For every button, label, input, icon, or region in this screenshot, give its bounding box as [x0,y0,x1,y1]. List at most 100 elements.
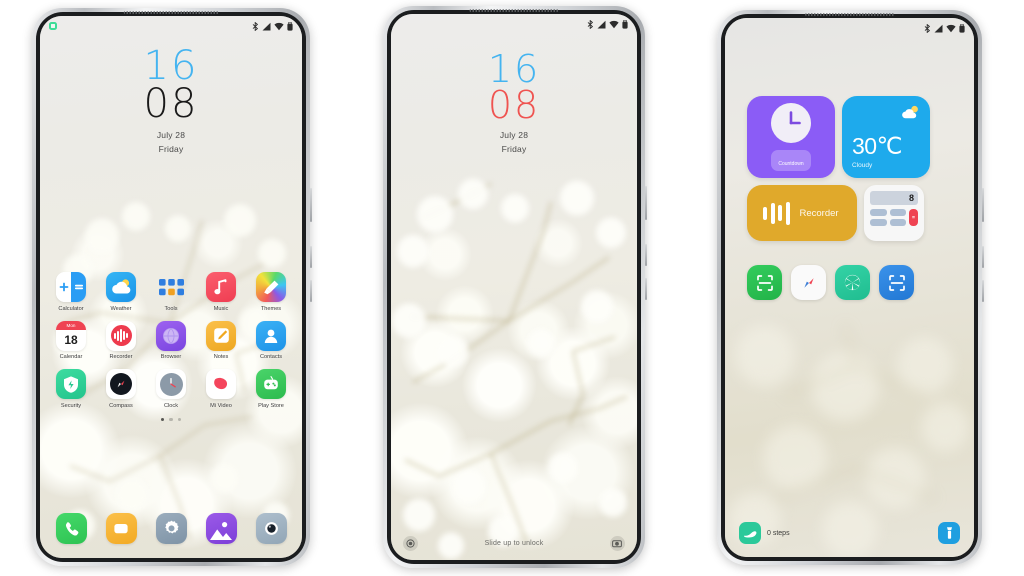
power-button[interactable] [644,244,647,266]
calendar-day: 18 [64,333,78,347]
status-icons [252,21,293,31]
calendar-weekday: Mon [66,322,76,328]
app-browser[interactable]: Browser [151,320,191,360]
compass-shortcut[interactable] [791,265,826,300]
torch-icon[interactable] [403,536,418,551]
page-indicator[interactable] [40,417,302,421]
analog-clock-icon [771,103,811,143]
phone-screen: Countdown 30℃ Cloudy Recorder 8 = 0 step… [725,18,974,557]
app-grid: Calculator Weather Tools Music Themes Mo… [40,272,302,421]
calculator-display: 8 [870,191,918,205]
calculator-number-keys[interactable] [870,209,906,226]
app-label: Weather [110,305,132,312]
app-label: Tools [164,305,178,312]
gallery-icon[interactable] [205,513,237,544]
app-label: Security [60,402,82,409]
app-mi-video[interactable]: Mi Video [201,369,241,409]
app-label: Notes [213,354,229,360]
app-tools[interactable]: Tools [151,272,191,312]
clock-date: July 28 [156,130,186,141]
bluetooth-icon [924,23,931,33]
app-weather[interactable]: Weather [101,272,141,312]
app-clock[interactable]: Clock [151,369,191,409]
app-row: Security Compass Clock Mi Video Play Sto… [40,369,302,409]
status-icons [924,23,965,33]
app-themes[interactable]: Themes [251,272,291,312]
wifi-icon [274,22,284,30]
widget-row: Recorder 8 = [747,185,930,241]
privacy-dot-icon [49,22,57,30]
scan-code-shortcut[interactable] [747,265,782,300]
page-dot[interactable] [160,417,165,421]
app-recorder[interactable]: Recorder [101,320,141,360]
recorder-widget[interactable]: Recorder [747,185,857,241]
app-row: Calculator Weather Tools Music Themes [40,272,302,312]
app-label: Recorder [109,354,133,360]
calculator-widget[interactable]: 8 = [864,185,924,241]
volume-button[interactable] [981,188,984,222]
widget-row: Countdown 30℃ Cloudy [747,96,930,178]
camera-shortcut[interactable] [835,265,870,300]
phone-icon[interactable] [55,513,87,544]
app-compass[interactable]: Compass [101,369,141,409]
app-music[interactable]: Music [201,272,241,312]
power-button[interactable] [309,246,312,268]
volume-button[interactable] [644,186,647,220]
mi-video-icon [206,369,236,399]
scan-document-shortcut[interactable] [879,265,914,300]
extra-button[interactable] [644,278,647,300]
weather-icon [106,272,136,302]
lock-clock-widget[interactable]: 16 08 July 28 Friday [391,50,637,154]
status-bar [40,16,302,36]
camera-icon[interactable] [609,536,625,551]
calculator-equals-key[interactable]: = [909,209,918,226]
waveform-icon [763,201,790,225]
power-button[interactable] [981,246,984,268]
phone-screen: 16 08 July 28 Friday Slide up to unlock [391,14,637,560]
weather-widget[interactable]: 30℃ Cloudy [842,96,930,178]
volume-button[interactable] [309,188,312,222]
bluetooth-icon [252,21,259,31]
widget-area: Countdown 30℃ Cloudy Recorder 8 = [747,96,930,248]
app-contacts[interactable]: Contacts [251,320,291,360]
clock-weekday: Friday [158,144,184,155]
phone-frame: 16 08 July 28 Friday Slide up to unlock [383,6,647,568]
steps-label: 0 steps [767,529,790,537]
earpiece-speaker [123,11,219,14]
status-bar [391,14,637,34]
app-calculator[interactable]: Calculator [51,272,91,312]
app-row: Mon 18 Calendar Recorder Browser Notes C… [40,320,302,360]
status-bar [725,18,974,38]
phone-lock: 16 08 July 28 Friday Slide up to unlock [383,6,647,568]
weather-condition: Cloudy [852,162,873,169]
play-store-icon [256,369,286,399]
page-dot[interactable] [177,417,182,421]
countdown-widget[interactable]: Countdown [747,96,835,178]
recorder-icon [106,320,136,351]
earpiece-speaker [469,9,559,12]
extra-button[interactable] [981,280,984,302]
app-play-store[interactable]: Play Store [251,369,291,409]
music-icon [206,272,236,302]
phone-frame: 16 08 July 28 Friday Calculator Weather … [32,8,312,566]
step-counter[interactable]: 0 steps [739,522,790,544]
themes-icon [256,272,286,302]
app-label: Compass [109,402,133,409]
messages-icon[interactable] [105,513,137,544]
app-security[interactable]: Security [51,369,91,409]
camera-icon[interactable] [255,513,287,544]
home-clock-widget[interactable]: 16 08 July 28 Friday [40,46,302,155]
app-label: Play Store [258,402,284,409]
phone-screen: 16 08 July 28 Friday Calculator Weather … [40,16,302,558]
status-icons [587,19,628,29]
settings-gear-icon[interactable] [155,513,187,544]
torch-icon[interactable] [938,522,960,544]
app-calendar[interactable]: Mon 18 Calendar [51,320,91,360]
app-notes[interactable]: Notes [201,320,241,360]
countdown-label: Countdown [778,160,804,167]
contacts-icon [256,320,286,351]
countdown-label-pill: Countdown [771,150,811,171]
extra-button[interactable] [309,280,312,302]
calculator-keys: = [870,209,918,226]
page-dot[interactable] [169,417,173,421]
